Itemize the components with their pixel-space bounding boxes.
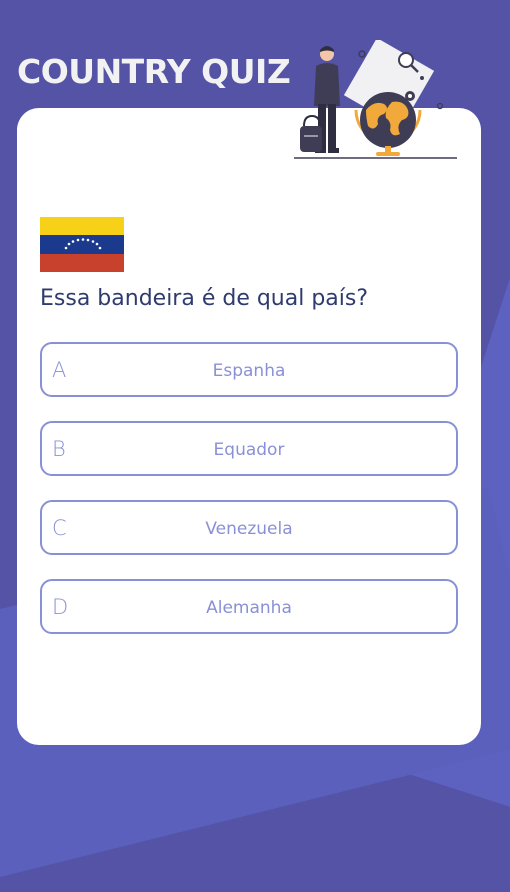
option-a-button[interactable]: A Espanha: [40, 342, 458, 397]
question-text: Essa bandeira é de qual país?: [40, 286, 369, 311]
option-label: Equador: [213, 440, 285, 460]
option-label: Venezuela: [205, 519, 293, 539]
flag-stars-icon: [64, 238, 102, 250]
venezuela-flag-icon: [40, 217, 124, 272]
option-label: Alemanha: [206, 598, 292, 618]
option-label: Espanha: [212, 361, 286, 381]
option-c-button[interactable]: C Venezuela: [40, 500, 458, 555]
traveler-globe-illustration: [294, 40, 457, 159]
option-b-button[interactable]: B Equador: [40, 421, 458, 476]
option-d-button[interactable]: D Alemanha: [40, 579, 458, 634]
page-title: COUNTRY QUIZ: [17, 52, 291, 91]
